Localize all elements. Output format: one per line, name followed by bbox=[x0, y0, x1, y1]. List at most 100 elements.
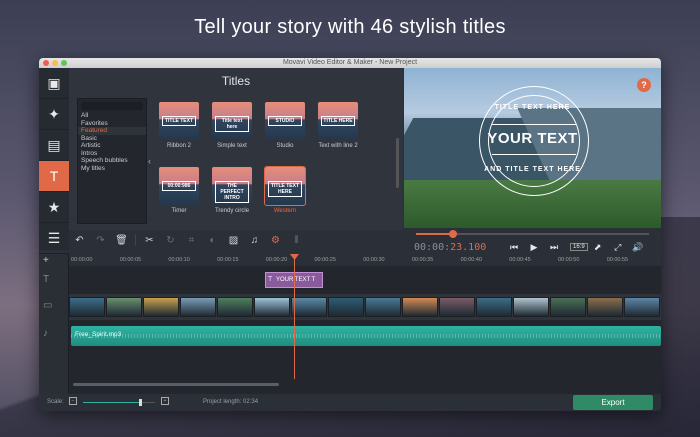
title-divider bbox=[492, 154, 576, 155]
title-thumbnail[interactable]: Title text here Simple text bbox=[212, 102, 252, 150]
timeline: + T ▭ ♪ 00:00:00 00:00:05 00:00:10 00:00:15… bbox=[39, 254, 661, 394]
video-clip[interactable] bbox=[180, 297, 216, 317]
skip-back-icon[interactable]: ⏮ bbox=[504, 240, 524, 254]
category-item[interactable]: Featured bbox=[78, 127, 146, 135]
title-thumbnail-label: Text with line 2 bbox=[318, 143, 358, 149]
collapse-arrow-icon[interactable]: ‹ bbox=[148, 156, 151, 166]
video-clip[interactable] bbox=[254, 297, 290, 317]
video-clip[interactable] bbox=[513, 297, 549, 317]
timeline-scrollbar[interactable] bbox=[69, 383, 661, 387]
category-item[interactable]: Intros bbox=[78, 150, 146, 158]
crop-icon[interactable]: ⌗ bbox=[181, 232, 202, 248]
cut-icon[interactable]: ✂ bbox=[139, 232, 160, 248]
video-clip[interactable] bbox=[106, 297, 142, 317]
redo-icon[interactable]: ↷ bbox=[90, 232, 111, 248]
title-divider bbox=[492, 124, 576, 125]
preview-main-text: YOUR TEXT bbox=[487, 130, 578, 147]
titles-panel: Titles All Favorites Featured Basic Artistic… bbox=[69, 68, 403, 230]
timeline-scroll-thumb[interactable] bbox=[73, 383, 279, 386]
title-preview-text: THE PERFECT INTRO bbox=[215, 181, 249, 203]
ruler-tick-label: 00:00:05 bbox=[119, 257, 142, 263]
fullscreen-icon[interactable]: ⤢ bbox=[608, 240, 628, 254]
delete-icon[interactable]: 🗑 bbox=[111, 232, 132, 248]
audio-clip[interactable]: Free_Spirit.mp3 bbox=[71, 326, 661, 346]
zoom-out-icon[interactable]: − bbox=[69, 397, 77, 405]
undo-icon[interactable]: ↶ bbox=[69, 232, 90, 248]
video-clip[interactable] bbox=[587, 297, 623, 317]
zoom-in-icon[interactable]: + bbox=[161, 397, 169, 405]
title-thumbnail[interactable]: TITLE HERE Text with line 2 bbox=[318, 102, 358, 150]
add-track-icon[interactable]: + bbox=[43, 255, 49, 266]
minimize-window-button[interactable] bbox=[52, 60, 58, 66]
video-clip[interactable] bbox=[143, 297, 179, 317]
video-clip[interactable] bbox=[476, 297, 512, 317]
title-thumbnail[interactable]: THE PERFECT INTRO Trendy circle bbox=[212, 167, 252, 215]
image-icon[interactable]: ▨ bbox=[223, 232, 244, 248]
filters-icon[interactable]: ▤ bbox=[39, 130, 69, 161]
video-clip[interactable] bbox=[328, 297, 364, 317]
play-icon[interactable]: ▶ bbox=[524, 240, 544, 254]
progress-track bbox=[416, 230, 649, 238]
help-button[interactable]: ? bbox=[637, 78, 651, 92]
ruler-tick-label: 00:00:40 bbox=[460, 257, 483, 263]
video-clip[interactable] bbox=[217, 297, 253, 317]
app-window: Movavi Video Editor & Maker - New Projec… bbox=[39, 58, 661, 411]
video-clip[interactable] bbox=[550, 297, 586, 317]
volume-icon[interactable]: 🔊 bbox=[628, 240, 648, 254]
video-clip[interactable] bbox=[69, 297, 105, 317]
clip-properties-icon[interactable]: ⚙ bbox=[265, 232, 286, 248]
progress-knob[interactable] bbox=[449, 230, 458, 238]
video-preview[interactable]: TITLE TEXT HERE YOUR TEXT AND TITLE TEXT… bbox=[404, 68, 661, 228]
video-clip[interactable] bbox=[439, 297, 475, 317]
window-title: Movavi Video Editor & Maker - New Projec… bbox=[282, 59, 418, 66]
zoom-window-button[interactable] bbox=[61, 60, 67, 66]
video-clip[interactable] bbox=[365, 297, 401, 317]
ruler-tick-label: 00:00:10 bbox=[168, 257, 190, 263]
category-item[interactable]: Artistic bbox=[78, 142, 146, 150]
titles-icon[interactable]: T bbox=[39, 161, 69, 192]
category-item[interactable]: My titles bbox=[78, 165, 146, 173]
title-thumbnail[interactable]: TITLE TEXT HERE Western bbox=[264, 166, 306, 215]
rotate-icon[interactable]: ↻ bbox=[160, 232, 181, 248]
color-adjust-icon[interactable]: ◐ bbox=[202, 232, 223, 248]
category-item[interactable]: Speech bubbles bbox=[78, 157, 146, 165]
title-thumbnail[interactable]: 00:00:986 Timer bbox=[159, 167, 199, 215]
title-thumbnail-label: Timer bbox=[171, 208, 187, 214]
category-search-input[interactable] bbox=[81, 102, 143, 110]
scale-slider[interactable] bbox=[83, 399, 155, 406]
preview-top-text: TITLE TEXT HERE bbox=[494, 104, 571, 111]
category-item[interactable]: All bbox=[78, 112, 146, 120]
import-media-icon[interactable]: ▣ bbox=[39, 68, 69, 99]
skip-forward-icon[interactable]: ⏭ bbox=[544, 240, 564, 254]
ruler-tick-label: 00:00:55 bbox=[606, 257, 629, 263]
scale-knob[interactable] bbox=[139, 399, 143, 406]
ruler-tick-label: 00:00:30 bbox=[363, 257, 385, 263]
close-window-button[interactable] bbox=[43, 60, 49, 66]
title-thumbnail[interactable]: TITLE TEXT Ribbon 2 bbox=[159, 102, 199, 150]
title-preview-text: TITLE TEXT bbox=[162, 116, 196, 126]
popout-icon[interactable]: ⬈ bbox=[588, 240, 608, 254]
audio-icon[interactable]: ♫ bbox=[244, 232, 265, 248]
audio-levels-icon[interactable]: ⦀ bbox=[286, 232, 307, 248]
title-clip-label: YOUR TEXT T bbox=[276, 277, 316, 283]
export-button[interactable]: Export bbox=[573, 395, 653, 410]
video-clip[interactable] bbox=[624, 297, 660, 317]
video-clip[interactable] bbox=[402, 297, 438, 317]
more-tools-icon[interactable]: ☰ bbox=[39, 223, 69, 254]
playback-progress[interactable] bbox=[404, 228, 661, 240]
stickers-icon[interactable]: ★ bbox=[39, 192, 69, 223]
title-thumbnail[interactable]: STUDIO Studio bbox=[265, 102, 305, 150]
playhead[interactable] bbox=[294, 254, 295, 379]
tool-rail: ▣ ✦ ▤ T ★ ☰ bbox=[39, 68, 69, 254]
category-item[interactable]: Basic bbox=[78, 135, 146, 143]
headline: Tell your story with 46 stylish titles bbox=[194, 16, 506, 38]
video-clip[interactable] bbox=[291, 297, 327, 317]
aspect-ratio-button[interactable]: 16:9 bbox=[570, 243, 588, 251]
panel-scrollbar[interactable] bbox=[396, 138, 399, 188]
title-thumbnail-label: Simple text bbox=[217, 143, 247, 149]
window-titlebar: Movavi Video Editor & Maker - New Projec… bbox=[39, 58, 661, 68]
category-item[interactable]: Favorites bbox=[78, 120, 146, 128]
time-ruler[interactable]: 00:00:00 00:00:05 00:00:10 00:00:15 00:00:20… bbox=[69, 254, 661, 266]
magic-wand-icon[interactable]: ✦ bbox=[39, 99, 69, 130]
title-track-icon: T bbox=[43, 274, 50, 285]
